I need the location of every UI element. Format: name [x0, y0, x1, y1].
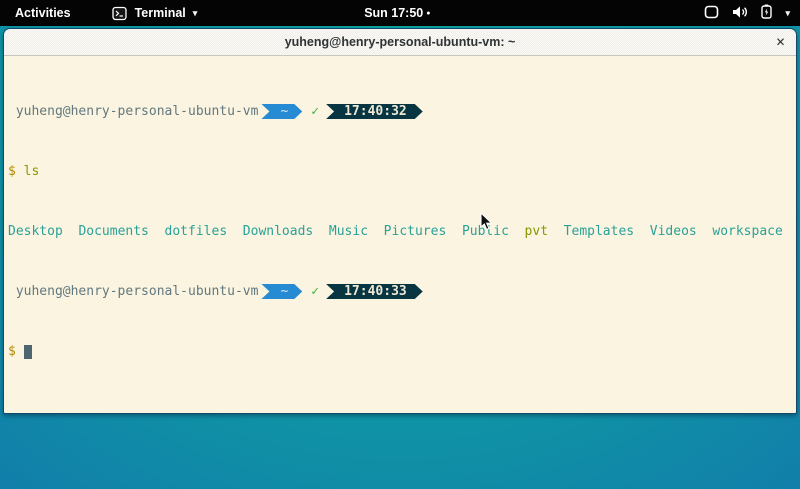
close-icon[interactable]: × [776, 35, 785, 50]
command-line: $ ls [8, 164, 796, 179]
battery-charging-icon [761, 4, 772, 22]
ls-item: Music [329, 224, 368, 239]
screen-icon [704, 5, 719, 22]
app-menu-label: Terminal [135, 6, 186, 20]
prompt-cwd-segment: ~ [261, 104, 302, 119]
top-bar: Activities Terminal ▾ Sun 17:50 ● ▾ [0, 0, 800, 26]
mouse-pointer-icon [480, 212, 493, 236]
terminal-window: yuheng@henry-personal-ubuntu-vm: ~ × yuh… [3, 28, 797, 414]
prompt-status-check: ✓ [311, 104, 319, 119]
prompt-time-segment: 17:40:33 [326, 284, 423, 299]
app-menu-terminal[interactable]: Terminal ▾ [112, 6, 198, 21]
ls-output-line: Desktop Documents dotfiles Downloads Music Pi… [8, 224, 796, 239]
ls-item: Downloads [243, 224, 313, 239]
typed-command: ls [24, 164, 40, 179]
ls-item: Templates [564, 224, 634, 239]
ls-item: workspace [712, 224, 782, 239]
ls-item: dotfiles [165, 224, 228, 239]
window-title: yuheng@henry-personal-ubuntu-vm: ~ [285, 35, 516, 49]
prompt-line: yuheng@henry-personal-ubuntu-vm~ ✓ 17:40:3… [8, 104, 796, 119]
prompt-symbol: $ [8, 344, 16, 359]
terminal-icon [112, 6, 128, 21]
prompt-symbol: $ [8, 164, 16, 179]
window-titlebar[interactable]: yuheng@henry-personal-ubuntu-vm: ~ × [4, 29, 796, 56]
terminal-content[interactable]: yuheng@henry-personal-ubuntu-vm~✓17:40:3… [4, 56, 796, 414]
desktop: Activities Terminal ▾ Sun 17:50 ● ▾ [0, 0, 800, 489]
ls-item: Videos [650, 224, 697, 239]
input-line[interactable]: $ [8, 344, 796, 359]
notification-dot-icon: ● [426, 10, 430, 17]
ls-item: Desktop [8, 224, 63, 239]
ls-item: Pictures [384, 224, 447, 239]
prompt-user-host: yuheng@henry-personal-ubuntu-vm [8, 284, 258, 299]
activities-button[interactable]: Activities [10, 4, 76, 22]
system-status-area[interactable]: ▾ [704, 4, 790, 22]
chevron-down-icon: ▾ [193, 9, 198, 18]
chevron-down-icon[interactable]: ▾ [785, 9, 790, 18]
clock-button[interactable]: Sun 17:50 ● [364, 6, 430, 20]
volume-icon [732, 5, 748, 22]
prompt-time-segment: 17:40:32 [326, 104, 423, 119]
terminal-cursor [24, 345, 32, 359]
prompt-cwd-segment: ~ [261, 284, 302, 299]
ls-item: pvt [525, 224, 548, 239]
clock-label: Sun 17:50 [364, 6, 423, 20]
prompt-user-host: yuheng@henry-personal-ubuntu-vm [8, 104, 258, 119]
prompt-status-check: ✓ [311, 284, 319, 299]
prompt-line: yuheng@henry-personal-ubuntu-vm~ ✓ 17:40:3… [8, 284, 796, 299]
ls-item: Documents [78, 224, 148, 239]
